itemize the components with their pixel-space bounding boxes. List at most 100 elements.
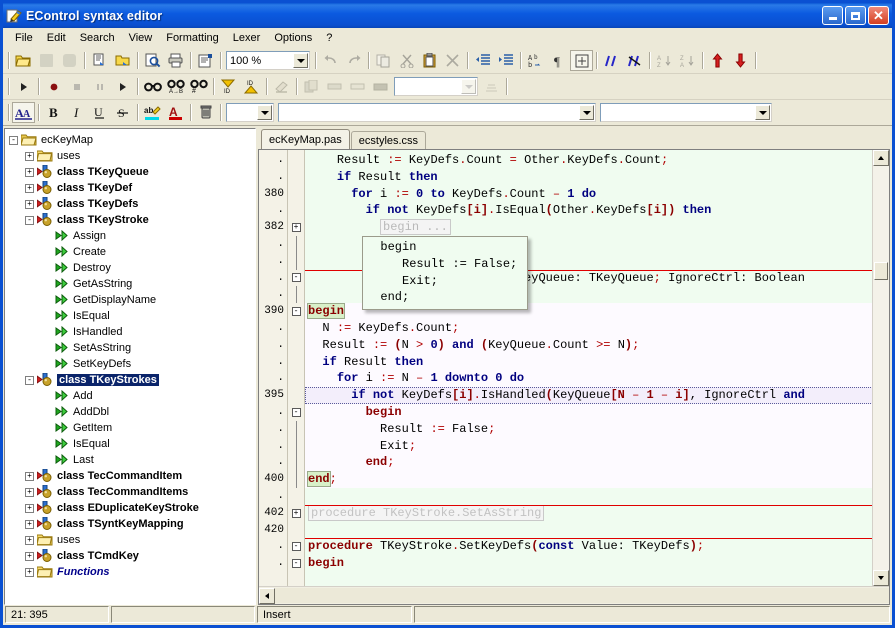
- code-line[interactable]: end;: [305, 471, 889, 488]
- sort-desc-icon[interactable]: ZA: [676, 50, 699, 71]
- code-line[interactable]: [305, 488, 889, 505]
- expand-icon[interactable]: +: [25, 472, 34, 481]
- tree-item[interactable]: +class TCmdKey: [9, 548, 255, 564]
- code-line[interactable]: if Result then: [305, 354, 889, 371]
- prev-id-icon[interactable]: ID: [217, 76, 240, 97]
- copy-icon[interactable]: [372, 50, 395, 71]
- tree-item[interactable]: +class TSyntKeyMapping: [9, 516, 255, 532]
- undo-icon[interactable]: [319, 50, 342, 71]
- record-icon[interactable]: [42, 76, 65, 97]
- menu-help[interactable]: ?: [319, 30, 339, 46]
- cut-icon[interactable]: [395, 50, 418, 71]
- uncomment-icon[interactable]: [623, 50, 646, 71]
- tree-item[interactable]: +class TKeyDefs: [9, 196, 255, 212]
- font-color-icon[interactable]: A: [164, 102, 187, 123]
- import-icon[interactable]: [111, 50, 134, 71]
- expand-icon[interactable]: +: [25, 504, 34, 513]
- code-line[interactable]: procedure TKeyStroke.SetAsString: [305, 505, 889, 522]
- scroll-track-lower[interactable]: [873, 280, 889, 570]
- code-line[interactable]: for i := N – 1 downto 0 do: [305, 370, 889, 387]
- tree-item[interactable]: Destroy: [9, 260, 255, 276]
- save-all-icon[interactable]: [58, 50, 81, 71]
- find-replace-icon[interactable]: A→B: [164, 76, 187, 97]
- close-button[interactable]: ✕: [868, 6, 889, 25]
- underline-icon[interactable]: U: [88, 102, 111, 123]
- expand-icon[interactable]: +: [25, 520, 34, 529]
- tree-item[interactable]: +class EDuplicateKeyStroke: [9, 500, 255, 516]
- italic-icon[interactable]: I: [65, 102, 88, 123]
- code-line[interactable]: N := KeyDefs.Count;: [305, 320, 889, 337]
- expand-icon[interactable]: +: [25, 552, 34, 561]
- fold-margin[interactable]: +---+--: [287, 150, 305, 586]
- tree-item[interactable]: Create: [9, 244, 255, 260]
- minimize-button[interactable]: [822, 6, 843, 25]
- code-explorer-tree[interactable]: -ecKeyMap+uses+class TKeyQueue+class TKe…: [4, 128, 256, 605]
- editor-tab[interactable]: ecstyles.css: [351, 131, 426, 149]
- expand-all-icon[interactable]: [570, 50, 593, 71]
- delete-icon[interactable]: [441, 50, 464, 71]
- tree-item[interactable]: GetDisplayName: [9, 292, 255, 308]
- code-line[interactable]: begin ...: [305, 219, 889, 236]
- tree-item[interactable]: +class TecCommandItem: [9, 468, 255, 484]
- scroll-up-button[interactable]: [873, 150, 889, 166]
- menu-options[interactable]: Options: [267, 30, 319, 46]
- delete-style-icon[interactable]: [194, 102, 217, 123]
- tree-item[interactable]: SetAsString: [9, 340, 255, 356]
- tree-item[interactable]: IsEqual: [9, 436, 255, 452]
- replace-icon[interactable]: Abb: [524, 50, 547, 71]
- print-icon[interactable]: [164, 50, 187, 71]
- tree-item[interactable]: +Functions: [9, 564, 255, 580]
- pilcrow-icon[interactable]: ¶: [547, 50, 570, 71]
- editor-vertical-scrollbar[interactable]: [872, 150, 889, 586]
- move-up-icon[interactable]: [706, 50, 729, 71]
- expand-icon[interactable]: +: [25, 168, 34, 177]
- code-line[interactable]: Result := False;: [305, 421, 889, 438]
- tree-item[interactable]: Assign: [9, 228, 255, 244]
- tree-item[interactable]: IsEqual: [9, 308, 255, 324]
- indent-decrease-icon[interactable]: [471, 50, 494, 71]
- tree-item[interactable]: Add: [9, 388, 255, 404]
- tree-item[interactable]: -class TKeyStrokes: [9, 372, 255, 388]
- zoom-combo[interactable]: 100 %: [226, 51, 310, 70]
- strikethrough-icon[interactable]: S: [111, 102, 134, 123]
- redo-icon[interactable]: [342, 50, 365, 71]
- solid-icon[interactable]: [369, 76, 392, 97]
- editor-horizontal-scrollbar[interactable]: [259, 586, 889, 604]
- tree-item[interactable]: SetKeyDefs: [9, 356, 255, 372]
- fill-icon[interactable]: [323, 76, 346, 97]
- code-line[interactable]: if not KeyDefs[i].IsEqual(Other.KeyDefs[…: [305, 202, 889, 219]
- tree-item[interactable]: +uses: [9, 532, 255, 548]
- properties-icon[interactable]: [194, 50, 217, 71]
- pause-icon[interactable]: [88, 76, 111, 97]
- editor-view[interactable]: ..380.382....390....395....400.402420.. …: [259, 150, 889, 586]
- comment-icon[interactable]: [600, 50, 623, 71]
- print-preview-icon[interactable]: [141, 50, 164, 71]
- collapse-icon[interactable]: -: [25, 376, 34, 385]
- expand-icon[interactable]: +: [25, 200, 34, 209]
- export-icon[interactable]: [88, 50, 111, 71]
- tree-item[interactable]: -ecKeyMap: [9, 132, 255, 148]
- paste-icon[interactable]: [418, 50, 441, 71]
- fold-expand-icon[interactable]: +: [292, 223, 301, 232]
- next-id-icon[interactable]: ID: [240, 76, 263, 97]
- code-line[interactable]: if not KeyDefs[i].IsHandled(KeyQueue[N –…: [305, 387, 889, 404]
- editor-tab[interactable]: ecKeyMap.pas: [261, 129, 350, 149]
- code-line[interactable]: procedure TKeyStroke.SetKeyDefs(const Va…: [305, 538, 889, 555]
- fold-expand-icon[interactable]: +: [292, 509, 301, 518]
- fold-collapse-icon[interactable]: -: [292, 559, 301, 568]
- code-line[interactable]: end;: [305, 454, 889, 471]
- scroll-track-upper[interactable]: [873, 166, 889, 262]
- hscroll-thumb[interactable]: [275, 588, 889, 603]
- open-folder-icon[interactable]: [12, 50, 35, 71]
- code-line[interactable]: [305, 522, 889, 539]
- fold-collapse-icon[interactable]: -: [292, 273, 301, 282]
- font-icon[interactable]: AA: [12, 102, 35, 123]
- code-line[interactable]: Result := KeyDefs.Count = Other.KeyDefs.…: [305, 152, 889, 169]
- scroll-down-button[interactable]: [873, 570, 889, 586]
- style-combo[interactable]: [394, 77, 478, 96]
- collapse-icon[interactable]: -: [25, 216, 34, 225]
- expand-icon[interactable]: +: [25, 184, 34, 193]
- expand-icon[interactable]: +: [25, 488, 34, 497]
- tree-item[interactable]: IsHandled: [9, 324, 255, 340]
- highlight-color-icon[interactable]: ab: [141, 102, 164, 123]
